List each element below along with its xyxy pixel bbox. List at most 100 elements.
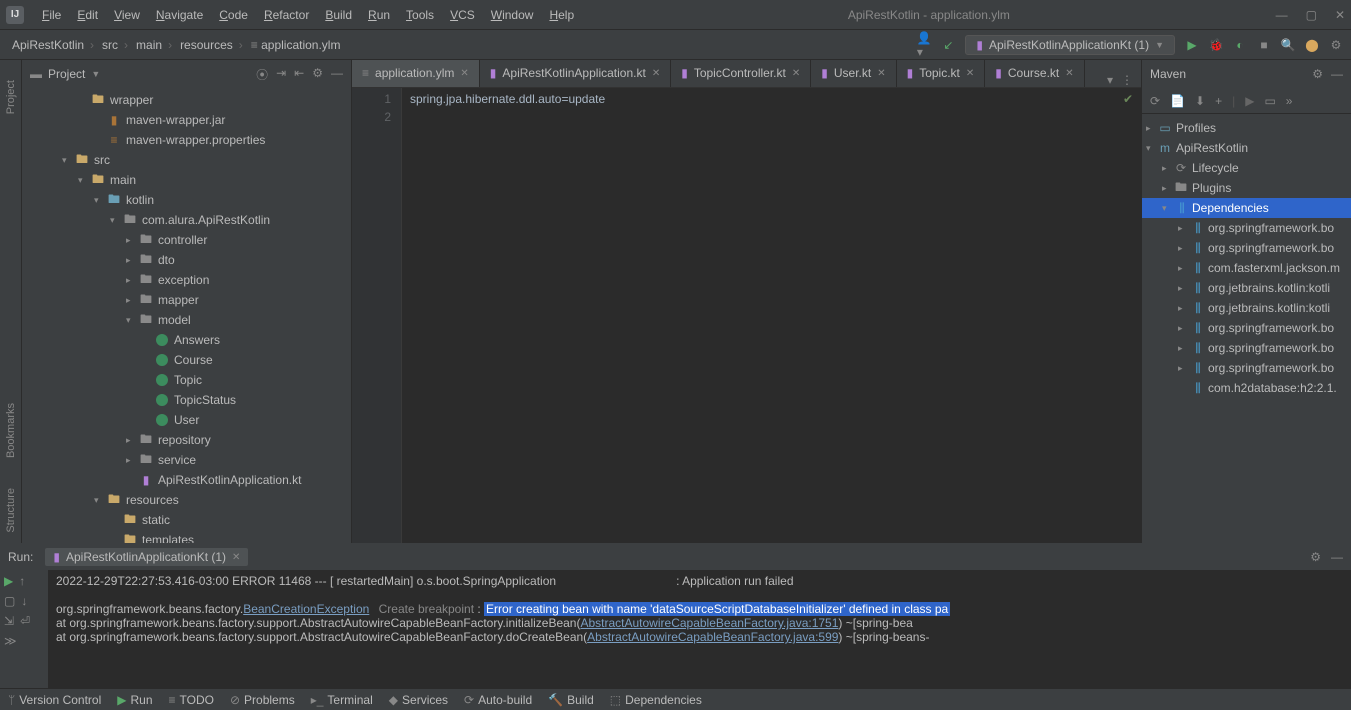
- tree-item[interactable]: ▾🖿model: [22, 310, 351, 330]
- close-icon[interactable]: ✕: [792, 68, 800, 79]
- more-icon[interactable]: »: [1286, 94, 1293, 108]
- add-icon[interactable]: +: [1215, 94, 1222, 108]
- select-opened-icon[interactable]: ⦿: [256, 66, 268, 83]
- close-icon[interactable]: ✕: [877, 68, 885, 79]
- breadcrumb-item[interactable]: ApiRestKotlin: [8, 38, 98, 52]
- tree-item[interactable]: 🖿wrapper: [22, 90, 351, 110]
- run-icon[interactable]: ▶: [1245, 94, 1254, 108]
- close-icon[interactable]: ✕: [1335, 8, 1345, 22]
- maven-tree-item[interactable]: ▸ ⫼com.fasterxml.jackson.m: [1142, 258, 1351, 278]
- maven-tree-item[interactable]: ▸ ⟳Lifecycle: [1142, 158, 1351, 178]
- tree-item[interactable]: ≡maven-wrapper.properties: [22, 130, 351, 150]
- tree-item[interactable]: ▾🖿kotlin: [22, 190, 351, 210]
- tree-item[interactable]: ▸🖿controller: [22, 230, 351, 250]
- breadcrumb-item[interactable]: resources: [176, 38, 247, 52]
- vcs-update-icon[interactable]: ↙: [941, 38, 955, 52]
- editor-tab[interactable]: ▮TopicController.kt✕: [671, 60, 811, 87]
- editor[interactable]: 12 spring.jpa.hibernate.ddl.auto=update …: [352, 88, 1141, 543]
- run-icon[interactable]: ▶: [1185, 38, 1199, 52]
- more-icon[interactable]: ⋮: [1121, 73, 1133, 87]
- bottom-terminal[interactable]: ▸_Terminal: [311, 693, 373, 707]
- gear-icon[interactable]: ⚙: [1310, 550, 1321, 564]
- bottom-problems[interactable]: ⊘Problems: [230, 693, 295, 707]
- breadcrumb-item[interactable]: ≡ application.ylm: [247, 38, 345, 52]
- hide-icon[interactable]: —: [1331, 550, 1343, 564]
- close-icon[interactable]: ✕: [652, 68, 660, 79]
- gear-icon[interactable]: ⚙: [1312, 67, 1323, 81]
- editor-tab[interactable]: ▮Topic.kt✕: [897, 60, 986, 87]
- tree-item[interactable]: ▸🖿repository: [22, 430, 351, 450]
- user-icon[interactable]: 👤▾: [917, 38, 931, 52]
- inspection-ok-icon[interactable]: ✔: [1123, 92, 1133, 106]
- bottom-todo[interactable]: ≡TODO: [169, 693, 214, 707]
- tree-item[interactable]: ▮maven-wrapper.jar: [22, 110, 351, 130]
- tree-item[interactable]: Course: [22, 350, 351, 370]
- settings-icon[interactable]: ⚙: [1329, 38, 1343, 52]
- close-icon[interactable]: ✕: [232, 552, 240, 563]
- maven-tree-item[interactable]: ▸ ⫼org.springframework.bo: [1142, 218, 1351, 238]
- tree-item[interactable]: ▸🖿mapper: [22, 290, 351, 310]
- tree-item[interactable]: 🖿static: [22, 510, 351, 530]
- menu-file[interactable]: File: [34, 8, 69, 22]
- bottom-autobuild[interactable]: ⟳Auto-build: [464, 693, 532, 707]
- maven-tree-item[interactable]: ▸ ▭Profiles: [1142, 118, 1351, 138]
- menu-build[interactable]: Build: [317, 8, 360, 22]
- tree-item[interactable]: ▾🖿main: [22, 170, 351, 190]
- chevron-down-icon[interactable]: ▾: [1107, 73, 1113, 87]
- close-icon[interactable]: ✕: [966, 68, 974, 79]
- execute-icon[interactable]: ▭: [1264, 94, 1275, 108]
- tree-item[interactable]: ▾🖿com.alura.ApiRestKotlin: [22, 210, 351, 230]
- tree-item[interactable]: Topic: [22, 370, 351, 390]
- menu-tools[interactable]: Tools: [398, 8, 442, 22]
- editor-tab[interactable]: ▮User.kt✕: [811, 60, 896, 87]
- tool-structure[interactable]: Structure: [5, 488, 17, 533]
- minimize-icon[interactable]: —: [1276, 8, 1288, 22]
- more-icon[interactable]: ≫: [4, 634, 17, 648]
- maven-tree-item[interactable]: ▸ ⫼org.jetbrains.kotlin:kotli: [1142, 298, 1351, 318]
- breadcrumb-item[interactable]: src: [98, 38, 132, 52]
- tree-item[interactable]: ▮ApiRestKotlinApplication.kt: [22, 470, 351, 490]
- generate-icon[interactable]: 📄: [1170, 94, 1185, 108]
- maven-tree-item[interactable]: ▸ 🖿Plugins: [1142, 178, 1351, 198]
- sync-icon[interactable]: ⬤: [1305, 38, 1319, 52]
- bottom-run[interactable]: ▶Run: [117, 693, 152, 707]
- tree-item[interactable]: User: [22, 410, 351, 430]
- maven-tree-item[interactable]: ▾ ⫼Dependencies: [1142, 198, 1351, 218]
- exception-link[interactable]: BeanCreationException: [243, 602, 369, 616]
- source-link[interactable]: AbstractAutowireCapableBeanFactory.java:…: [580, 616, 838, 630]
- tree-item[interactable]: ▾🖿resources: [22, 490, 351, 510]
- menu-help[interactable]: Help: [541, 8, 582, 22]
- expand-icon[interactable]: ⇥: [276, 66, 286, 83]
- maximize-icon[interactable]: ▢: [1306, 8, 1317, 22]
- maven-tree-item[interactable]: ▸ ⫼org.springframework.bo: [1142, 358, 1351, 378]
- maven-tree-item[interactable]: ▾ mApiRestKotlin: [1142, 138, 1351, 158]
- menu-vcs[interactable]: VCS: [442, 8, 483, 22]
- hide-icon[interactable]: —: [331, 66, 343, 83]
- project-tree[interactable]: 🖿wrapper▮maven-wrapper.jar≡maven-wrapper…: [22, 88, 351, 543]
- breadcrumb-item[interactable]: main: [132, 38, 176, 52]
- editor-tab[interactable]: ≡application.ylm✕: [352, 60, 480, 87]
- hide-icon[interactable]: —: [1331, 67, 1343, 81]
- tree-item[interactable]: Answers: [22, 330, 351, 350]
- collapse-icon[interactable]: ⇤: [294, 66, 304, 83]
- tool-project[interactable]: Project: [5, 80, 17, 114]
- menu-navigate[interactable]: Navigate: [148, 8, 211, 22]
- bottom-version-control[interactable]: ᛘVersion Control: [8, 693, 101, 707]
- bottom-dependencies[interactable]: ⬚Dependencies: [610, 693, 702, 707]
- stop-icon[interactable]: ■: [1257, 38, 1271, 52]
- source-link[interactable]: AbstractAutowireCapableBeanFactory.java:…: [587, 630, 838, 644]
- maven-tree-item[interactable]: ▸ ⫼org.jetbrains.kotlin:kotli: [1142, 278, 1351, 298]
- menu-window[interactable]: Window: [483, 8, 542, 22]
- maven-tree-item[interactable]: ⫼com.h2database:h2:2.1.: [1142, 378, 1351, 398]
- tool-bookmarks[interactable]: Bookmarks: [5, 403, 17, 458]
- menu-code[interactable]: Code: [211, 8, 256, 22]
- menu-view[interactable]: View: [106, 8, 148, 22]
- search-icon[interactable]: 🔍: [1281, 38, 1295, 52]
- code-area[interactable]: spring.jpa.hibernate.ddl.auto=update ✔: [402, 88, 1141, 543]
- maven-tree-item[interactable]: ▸ ⫼org.springframework.bo: [1142, 238, 1351, 258]
- maven-tree[interactable]: ▸ ▭Profiles▾ mApiRestKotlin▸ ⟳Lifecycle▸…: [1142, 114, 1351, 543]
- download-icon[interactable]: ⬇: [1195, 94, 1205, 108]
- close-icon[interactable]: ✕: [1065, 68, 1073, 79]
- menu-edit[interactable]: Edit: [69, 8, 106, 22]
- up-icon[interactable]: ↑: [19, 574, 25, 588]
